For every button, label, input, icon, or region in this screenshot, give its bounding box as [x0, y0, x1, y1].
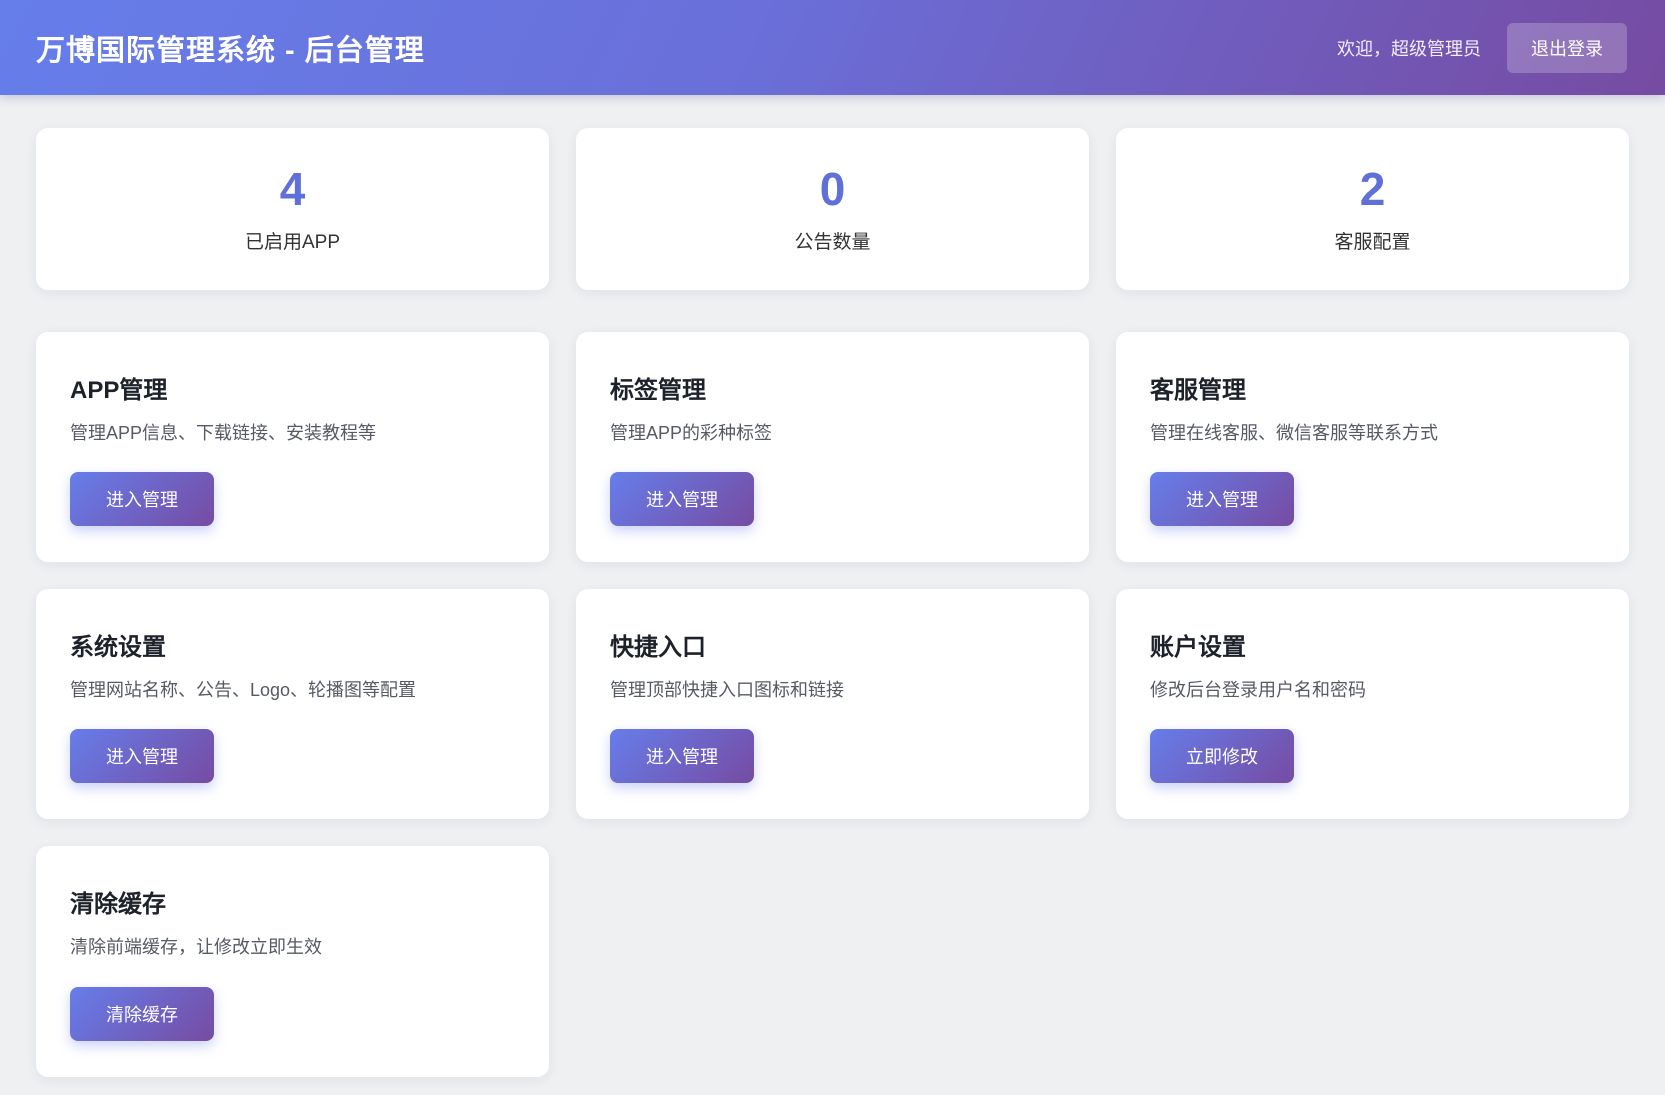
stats-row: 4 已启用APP 0 公告数量 2 客服配置	[36, 128, 1629, 290]
page-title: 万博国际管理系统 - 后台管理	[36, 27, 425, 69]
welcome-text: 欢迎，超级管理员	[1337, 35, 1481, 61]
card-app-management: APP管理 管理APP信息、下载链接、安装教程等 进入管理	[36, 332, 549, 562]
enter-management-button[interactable]: 进入管理	[1150, 472, 1294, 526]
dashboard-main: 4 已启用APP 0 公告数量 2 客服配置 APP管理 管理APP信息、下载链…	[0, 95, 1665, 1095]
stat-value: 4	[280, 164, 306, 215]
app-header: 万博国际管理系统 - 后台管理 欢迎，超级管理员 退出登录	[0, 0, 1665, 95]
card-system-settings: 系统设置 管理网站名称、公告、Logo、轮播图等配置 进入管理	[36, 589, 549, 819]
stat-label: 客服配置	[1334, 227, 1410, 254]
enter-management-button[interactable]: 进入管理	[70, 472, 214, 526]
card-tag-management: 标签管理 管理APP的彩种标签 进入管理	[576, 332, 1089, 562]
stat-card-announcements: 0 公告数量	[576, 128, 1089, 290]
management-cards-grid: APP管理 管理APP信息、下载链接、安装教程等 进入管理 标签管理 管理APP…	[36, 332, 1629, 1077]
card-description: 管理网站名称、公告、Logo、轮播图等配置	[70, 678, 515, 703]
stat-value: 0	[820, 164, 846, 215]
card-description: 管理顶部快捷入口图标和链接	[610, 678, 1055, 703]
card-customer-service-management: 客服管理 管理在线客服、微信客服等联系方式 进入管理	[1116, 332, 1629, 562]
stat-card-customer-service: 2 客服配置	[1116, 128, 1629, 290]
card-description: 清除前端缓存，让修改立即生效	[70, 935, 515, 960]
enter-management-button[interactable]: 进入管理	[610, 472, 754, 526]
card-title: 标签管理	[610, 370, 1055, 405]
modify-now-button[interactable]: 立即修改	[1150, 729, 1294, 783]
stat-label: 公告数量	[794, 227, 870, 254]
card-account-settings: 账户设置 修改后台登录用户名和密码 立即修改	[1116, 589, 1629, 819]
enter-management-button[interactable]: 进入管理	[70, 729, 214, 783]
enter-management-button[interactable]: 进入管理	[610, 729, 754, 783]
card-title: 客服管理	[1150, 370, 1595, 405]
card-description: 管理APP信息、下载链接、安装教程等	[70, 421, 515, 446]
card-description: 管理在线客服、微信客服等联系方式	[1150, 421, 1595, 446]
stat-label: 已启用APP	[245, 227, 340, 254]
clear-cache-button[interactable]: 清除缓存	[70, 987, 214, 1041]
card-title: APP管理	[70, 370, 515, 405]
stat-card-enabled-apps: 4 已启用APP	[36, 128, 549, 290]
stat-value: 2	[1360, 164, 1386, 215]
card-title: 清除缓存	[70, 884, 515, 919]
card-title: 系统设置	[70, 627, 515, 662]
card-description: 管理APP的彩种标签	[610, 421, 1055, 446]
card-title: 账户设置	[1150, 627, 1595, 662]
card-description: 修改后台登录用户名和密码	[1150, 678, 1595, 703]
card-title: 快捷入口	[610, 627, 1055, 662]
card-quick-entry: 快捷入口 管理顶部快捷入口图标和链接 进入管理	[576, 589, 1089, 819]
header-user-area: 欢迎，超级管理员 退出登录	[1337, 23, 1627, 73]
card-clear-cache: 清除缓存 清除前端缓存，让修改立即生效 清除缓存	[36, 846, 549, 1076]
logout-button[interactable]: 退出登录	[1507, 23, 1627, 73]
